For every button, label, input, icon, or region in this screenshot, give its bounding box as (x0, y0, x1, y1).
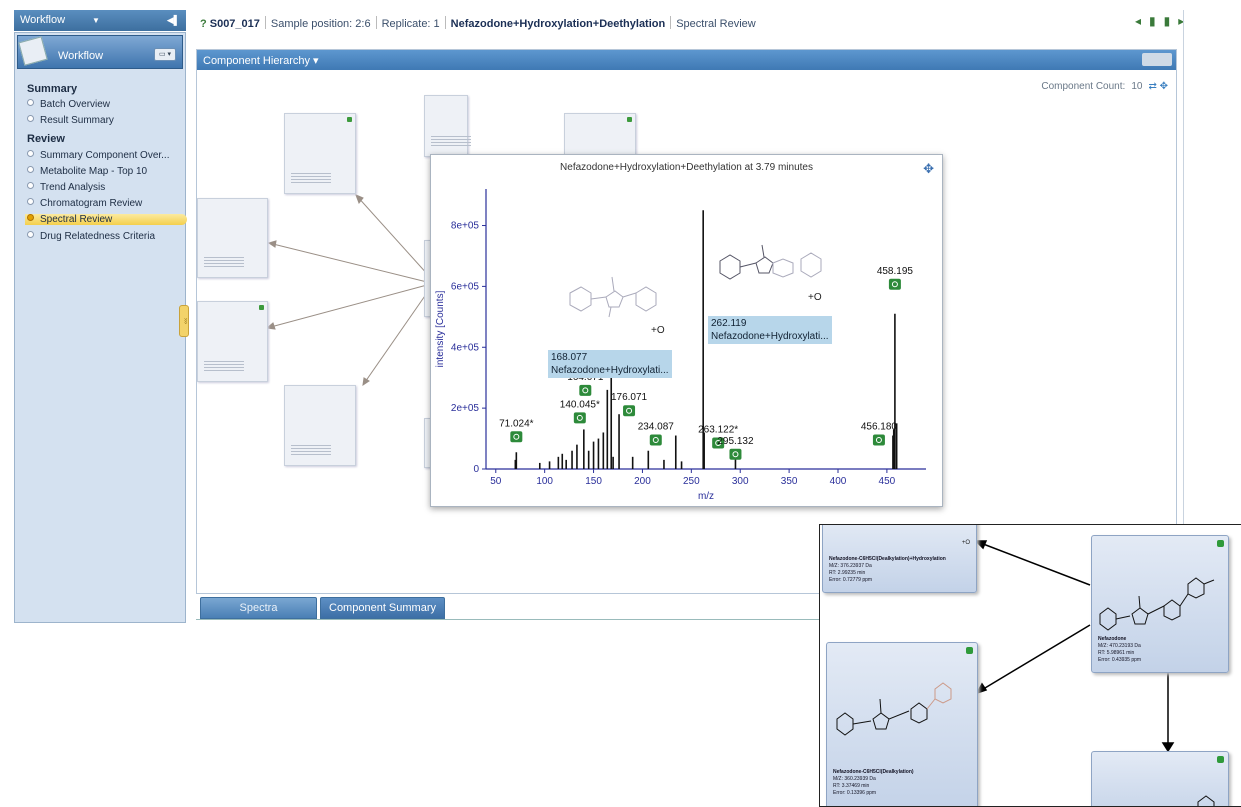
radio-icon (27, 115, 34, 122)
nav-item-batch-overview[interactable]: Batch Overview (27, 99, 110, 110)
fragment-highlight-262[interactable]: 262.119 Nefazodone+Hydroxylati... (708, 316, 832, 344)
inset-component-box[interactable] (1091, 751, 1229, 806)
view-name: Spectral Review (676, 18, 756, 30)
x-tick-label: 150 (585, 476, 602, 487)
fragment-highlight-168[interactable]: 168.077 Nefazodone+Hydroxylati... (548, 350, 672, 378)
nav-item-metabolite-map[interactable]: Metabolite Map - Top 10 (27, 166, 147, 177)
peak-label: 71.024* (499, 418, 534, 429)
tab-component-summary[interactable]: Component Summary (320, 597, 445, 619)
structure-badge-icon (623, 405, 636, 417)
structure-badge-icon (888, 278, 901, 290)
plus-o-label: +O (808, 292, 822, 303)
nav-item-result-summary[interactable]: Result Summary (27, 115, 114, 126)
radio-icon (27, 99, 34, 106)
inset-box-caption: Nefazodone M/Z: 470.23193 Da RT: 5.98961 m… (1098, 636, 1142, 663)
inset-component-box[interactable]: Nefazodone M/Z: 470.23193 Da RT: 5.98961 m… (1091, 535, 1229, 673)
y-tick-label: 6e+05 (451, 281, 480, 292)
structure-sketch (1197, 795, 1215, 806)
tab-spectra[interactable]: Spectra (200, 597, 317, 619)
component-thumbnail[interactable] (197, 198, 268, 278)
zoom-inset: +O Nefazodone-C6H5Cl(Dealkylation)+Hydro… (819, 524, 1241, 807)
nav-item-spectral-review[interactable]: Spectral Review (25, 214, 187, 225)
x-tick-label: 350 (781, 476, 798, 487)
inset-component-box[interactable]: +O Nefazodone-C6H5Cl(Dealkylation)+Hydro… (822, 525, 977, 593)
plus-o-tag: +O (961, 540, 970, 546)
structure-sketch-2 (719, 244, 822, 280)
component-thumbnail[interactable] (424, 95, 471, 157)
structure-sketch (1099, 577, 1215, 631)
inset-box-caption: Nefazodone-C6H5Cl(Dealkylation)+Hydroxyl… (829, 556, 946, 583)
breadcrumb: ? S007_017 Sample position: 2:6 Replicate: … (200, 14, 756, 34)
radio-icon (27, 198, 34, 205)
workflow-logo-icon (18, 36, 48, 66)
structure-sketch (836, 682, 952, 736)
chart-axes: 50 100 150 200 250 300 350 400 450 0 2e+05 4e+05 6e+… (435, 189, 926, 502)
spectrum-chart: 50 100 150 200 250 300 350 400 450 0 2e+05 4e+05 6e+… (435, 189, 926, 502)
summary-heading: Summary (27, 83, 78, 95)
workflow-header: Workflow ▭ ▾ (17, 35, 183, 69)
x-tick-label: 400 (830, 476, 847, 487)
component-thumbnail[interactable] (197, 301, 268, 382)
structure-badge-icon (579, 384, 592, 396)
nav-item-chromatogram-review[interactable]: Chromatogram Review (27, 198, 142, 209)
y-tick-label: 2e+05 (451, 403, 480, 414)
peak-label: 295.132 (717, 436, 754, 447)
next-icon[interactable]: ▮▸ (1164, 14, 1193, 28)
component-name: Nefazodone+Hydroxylation+Deethylation (450, 18, 666, 30)
structure-sketch-1 (569, 276, 657, 318)
y-tick-label: 8e+05 (451, 221, 480, 232)
peak-label: 458.195 (877, 266, 914, 277)
chevron-down-icon[interactable]: ▼ (92, 10, 100, 31)
x-tick-label: 50 (490, 476, 502, 487)
x-axis-label: m/z (698, 491, 714, 502)
y-tick-label: 0 (473, 464, 479, 475)
peak-label: 234.087 (638, 422, 675, 433)
sample-position: Sample position: 2:6 (270, 18, 371, 30)
structure-badge-icon (573, 412, 586, 424)
peak-label: 456.180 (861, 422, 898, 433)
structure-badge-icon (510, 431, 523, 443)
x-tick-label: 100 (536, 476, 553, 487)
y-axis-label: intensity [Counts] (435, 290, 446, 367)
radio-icon (27, 182, 34, 189)
divider (1183, 10, 1184, 610)
workflow-panel: Workflow ▭ ▾ Summary Batch Overview Resu… (14, 32, 187, 623)
inset-component-box[interactable]: Nefazodone-C6H5Cl(Dealkylation) M/Z: 360.… (826, 642, 978, 806)
previous-icon[interactable]: ◂▮ (1135, 14, 1164, 28)
workflow-header-title: Workflow (58, 50, 104, 62)
y-tick-label: 4e+05 (451, 342, 480, 353)
x-tick-label: 250 (683, 476, 700, 487)
component-thumbnail[interactable] (284, 385, 356, 466)
radio-icon (27, 214, 34, 221)
panel-splitter-handle[interactable]: ››› (179, 305, 189, 337)
peak-label: 176.071 (611, 392, 648, 403)
peak-label: 140.045* (560, 399, 600, 410)
nav-item-summary-component[interactable]: Summary Component Over... (27, 150, 170, 161)
x-tick-label: 200 (634, 476, 651, 487)
inset-box-caption: Nefazodone-C6H5Cl(Dealkylation) M/Z: 360.… (833, 769, 914, 796)
radio-icon (27, 231, 34, 238)
help-icon[interactable]: ? (200, 18, 207, 30)
x-tick-label: 300 (732, 476, 749, 487)
component-thumbnail[interactable] (284, 113, 356, 194)
review-heading: Review (27, 133, 65, 145)
replicate: Replicate: 1 (381, 18, 440, 30)
structure-badge-icon (872, 434, 885, 446)
collapse-icon[interactable]: ◀▌ (167, 10, 180, 31)
peak-label: 263.122* (698, 424, 738, 435)
structure-badge-icon (649, 434, 662, 446)
nav-item-drug-relatedness[interactable]: Drug Relatedness Criteria (27, 231, 155, 242)
component-thumbnail[interactable] (564, 113, 636, 155)
nav-item-trend-analysis[interactable]: Trend Analysis (27, 182, 105, 193)
workflow-top-label: Workflow (20, 14, 66, 26)
sample-name: S007_017 (209, 18, 260, 30)
radio-icon (27, 166, 34, 173)
workflow-top-bar[interactable]: Workflow ▼ ◀▌ (14, 10, 186, 31)
plus-o-label: +O (651, 325, 665, 336)
radio-icon (27, 150, 34, 157)
structure-badge-icon (729, 448, 742, 460)
x-tick-label: 450 (879, 476, 896, 487)
workflow-menu-button[interactable]: ▭ ▾ (154, 48, 176, 61)
spectrum-popup[interactable]: Nefazodone+Hydroxylation+Deethylation at… (430, 154, 943, 507)
